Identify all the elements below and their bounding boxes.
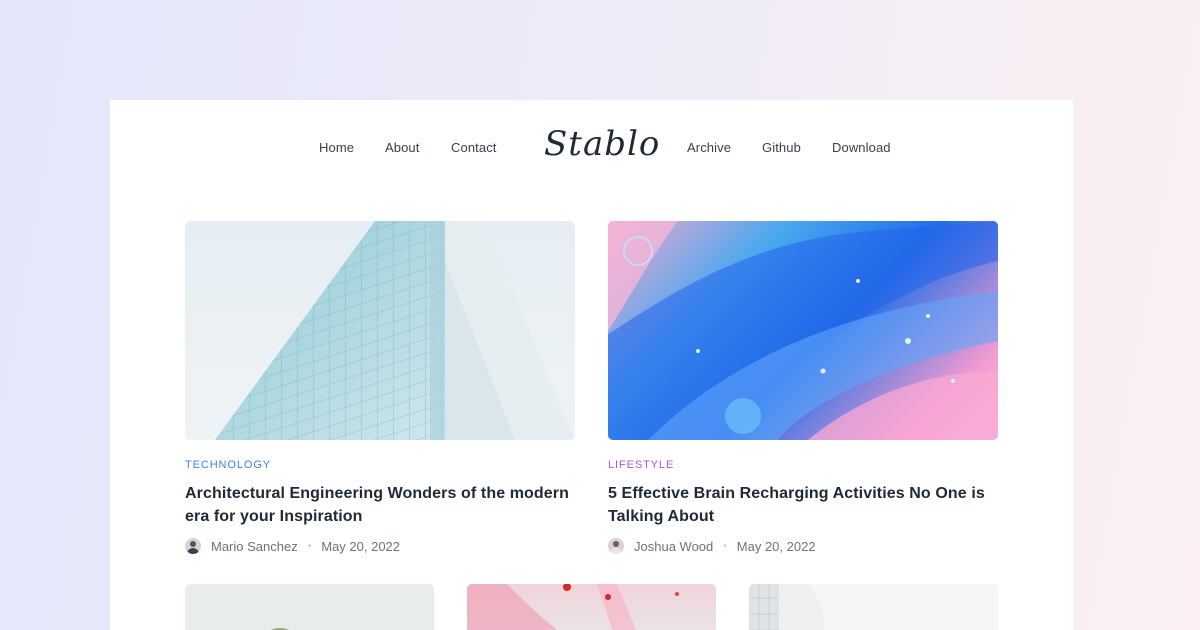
post-author[interactable]: Mario Sanchez — [211, 539, 298, 554]
architecture-image — [749, 584, 998, 630]
blog-card: Home About Contact Stablo Archive Github… — [110, 100, 1073, 630]
plant-image — [270, 628, 290, 630]
post-meta: Mario Sanchez • May 20, 2022 — [185, 538, 575, 554]
post-thumbnail[interactable] — [749, 584, 998, 630]
paint-splash-image — [467, 584, 679, 630]
post-card[interactable]: Lifestyle 5 Effective Brain Recharging A… — [608, 221, 998, 554]
nav-about[interactable]: About — [385, 140, 419, 155]
avatar — [185, 538, 201, 554]
post-title[interactable]: 5 Effective Brain Recharging Activities … — [608, 482, 998, 528]
post-card[interactable]: Technology Architectural Engineering Won… — [185, 221, 575, 554]
post-thumbnail[interactable] — [185, 584, 434, 630]
separator-dot: • — [723, 540, 727, 552]
post-thumbnail[interactable] — [608, 221, 998, 440]
post-category[interactable]: Lifestyle — [608, 459, 998, 471]
post-author[interactable]: Joshua Wood — [634, 539, 713, 554]
top-navigation: Home About Contact Stablo Archive Github… — [110, 100, 1073, 195]
nav-github[interactable]: Github — [762, 140, 801, 155]
building-image — [215, 221, 575, 440]
nav-download[interactable]: Download — [832, 140, 891, 155]
nav-contact[interactable]: Contact — [451, 140, 497, 155]
post-category[interactable]: Technology — [185, 459, 575, 471]
post-date: May 20, 2022 — [321, 538, 401, 554]
post-thumbnail[interactable] — [467, 584, 716, 630]
site-logo[interactable]: Stablo — [544, 124, 660, 164]
post-date: May 20, 2022 — [736, 538, 816, 554]
separator-dot: • — [307, 540, 312, 552]
post-title[interactable]: Architectural Engineering Wonders of the… — [185, 482, 575, 528]
post-thumbnail[interactable] — [185, 221, 575, 440]
abstract-paint-image — [608, 221, 998, 440]
nav-home[interactable]: Home — [319, 140, 354, 155]
nav-archive[interactable]: Archive — [687, 140, 731, 155]
post-meta: Joshua Wood • May 20, 2022 — [608, 538, 998, 554]
avatar — [608, 538, 624, 554]
